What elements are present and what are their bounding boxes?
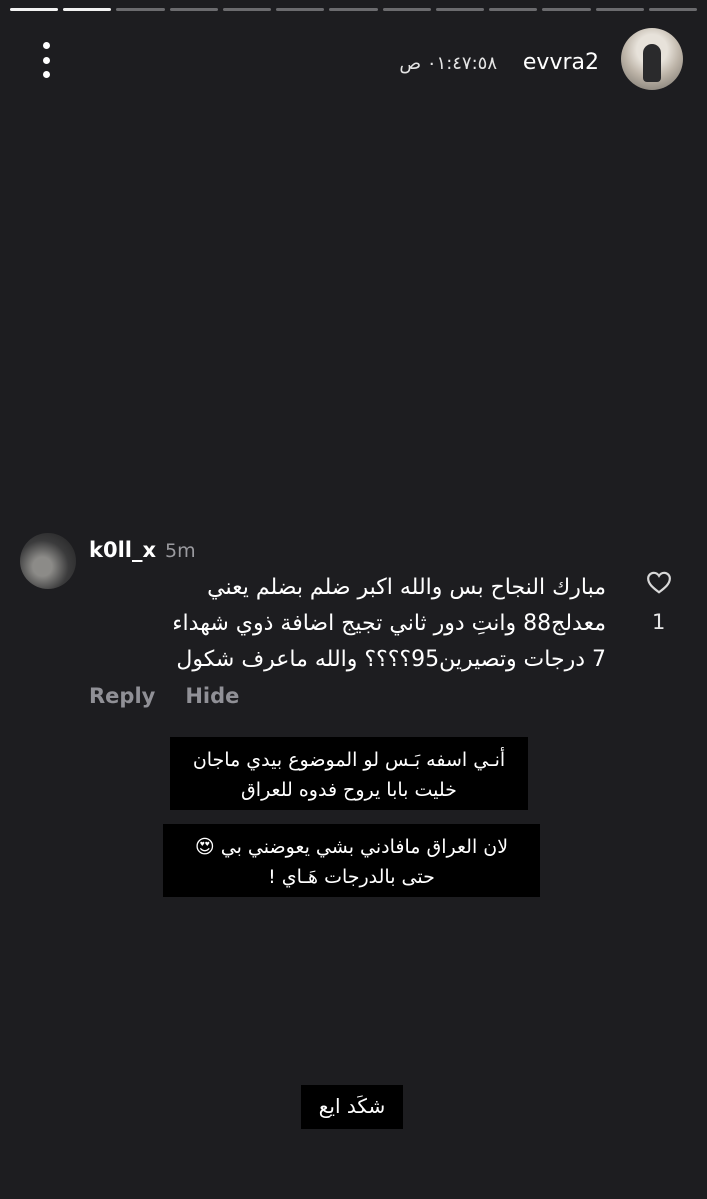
comment-line: مبارك النجاح بس والله اكبر ضلم بضلم يعني — [207, 575, 606, 600]
hide-button[interactable]: Hide — [185, 684, 239, 708]
reply-button[interactable]: Reply — [89, 684, 155, 708]
comment-text: مبارك النجاح بس والله اكبر ضلم بضلم يعني… — [86, 570, 606, 678]
progress-segment — [382, 8, 431, 11]
caption-line: لان العراق مافادني بشي يعوضني بي 😍 — [194, 836, 509, 858]
progress-segment — [116, 8, 165, 11]
progress-segment — [595, 8, 644, 11]
like-count: 1 — [652, 610, 666, 634]
progress-segment — [435, 8, 485, 11]
progress-segment — [489, 8, 538, 11]
story-avatar[interactable] — [621, 28, 683, 90]
story-username[interactable]: evvra2 — [523, 50, 599, 75]
more-vertical-icon[interactable] — [40, 42, 52, 78]
comment-username[interactable]: k0ll_x — [89, 538, 156, 562]
comment-avatar[interactable] — [20, 533, 76, 589]
story-timestamp: ٠١:٤٧:٥٨ ص — [399, 53, 497, 74]
caption-line: حتى بالدرجات هَـاي ! — [268, 866, 435, 888]
progress-segment — [169, 8, 218, 11]
comment-line: معدلج88 وانتِ دور ثاني تجيج اضافة ذوي شه… — [172, 611, 606, 636]
progress-segment — [648, 8, 698, 11]
progress-segment — [10, 8, 59, 11]
progress-segment — [276, 8, 325, 11]
progress-segment — [63, 8, 112, 11]
progress-segment — [329, 8, 378, 11]
caption-line: خليت بابا يروح فدوه للعراق — [241, 779, 457, 801]
heart-icon[interactable] — [646, 570, 672, 594]
comment-line: 7 درجات وتصيرين95؟؟؟؟ والله ماعرف شكول — [176, 647, 606, 672]
comment-actions: Reply Hide — [89, 684, 239, 708]
story-caption: شكَد ايع — [301, 1085, 403, 1129]
progress-segment — [222, 8, 272, 11]
caption-line: أنـي اسفه بَـس لو الموضوع بيدي ماجان — [192, 749, 506, 771]
story-progress-bar — [10, 8, 698, 11]
comment-time: 5m — [165, 540, 196, 562]
caption-line: شكَد ايع — [318, 1094, 386, 1118]
progress-segment — [542, 8, 591, 11]
story-caption: أنـي اسفه بَـس لو الموضوع بيدي ماجان خلي… — [170, 737, 528, 810]
story-caption: لان العراق مافادني بشي يعوضني بي 😍 حتى ب… — [163, 824, 540, 897]
